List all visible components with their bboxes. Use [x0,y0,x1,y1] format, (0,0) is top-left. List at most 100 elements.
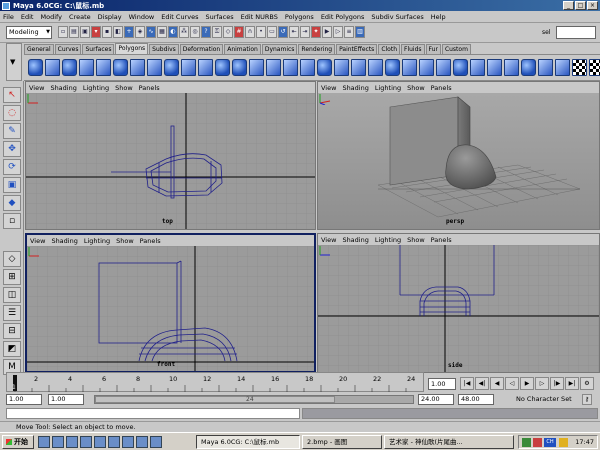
go-to-end-icon[interactable]: ▶| [565,377,579,390]
command-input[interactable] [6,408,300,419]
vp-menu-show[interactable]: Show [407,236,425,244]
history-icon[interactable]: ↺ [278,26,288,38]
poly-sphere-icon[interactable] [28,59,43,76]
mask-misc-icon[interactable]: ? [201,26,211,38]
tab-dynamics[interactable]: Dynamics [261,44,298,54]
vp-menu-shading[interactable]: Shading [51,237,77,245]
vp-menu-shading[interactable]: Shading [342,236,368,244]
output-ops-icon[interactable]: ⇥ [300,26,310,38]
merge-edges-icon[interactable] [436,59,451,76]
playback-start-field[interactable]: 1.00 [48,394,84,405]
poly-prism-icon[interactable] [130,59,145,76]
task-music-player[interactable]: 艺术家 - 神仙歌(片尾曲... [384,435,514,449]
wedge-faces-icon[interactable] [368,59,383,76]
antivirus-icon[interactable] [533,438,542,447]
menu-display[interactable]: Display [98,13,122,21]
music-icon[interactable] [136,436,148,448]
uv-texture-editor-icon[interactable] [589,59,600,76]
graph-editor-layout-icon[interactable]: ⊟ [3,323,21,339]
boolean-union-icon[interactable] [215,59,230,76]
tab-cloth[interactable]: Cloth [378,44,400,54]
paint-select-tool-icon[interactable]: ✎ [3,123,21,139]
vp-menu-panels[interactable]: Panels [139,84,160,92]
viewport-persp[interactable]: View Shading Lighting Show Panels persp [317,81,600,230]
viewport-persp-canvas[interactable]: persp [318,93,599,229]
go-to-start-icon[interactable]: |◀ [460,377,474,390]
task-maya[interactable]: Maya 6.0CG: C:\鼠标.mb [196,435,300,449]
selection-input[interactable] [556,26,596,39]
render-current-frame-icon[interactable]: ▶ [322,26,332,38]
combine-icon[interactable] [181,59,196,76]
vp-menu-lighting[interactable]: Lighting [375,84,401,92]
bevel-icon[interactable] [317,59,332,76]
new-scene-icon[interactable]: ▫ [58,26,68,38]
tab-curves[interactable]: Curves [54,44,82,54]
merge-vertices-icon[interactable] [419,59,434,76]
viewport-top-canvas[interactable]: top [26,93,315,229]
boolean-difference-icon[interactable] [232,59,247,76]
save-scene-icon[interactable]: ▣ [80,26,90,38]
vp-menu-shading[interactable]: Shading [50,84,76,92]
lasso-tool-icon[interactable]: ◌ [3,105,21,121]
lock-selection-icon[interactable]: ⚿ [212,26,222,38]
collapse-icon[interactable] [453,59,468,76]
step-forward-key-icon[interactable]: |▶ [550,377,564,390]
tab-custom[interactable]: Custom [441,44,471,54]
vp-menu-show[interactable]: Show [116,237,134,245]
mask-handles-icon[interactable]: + [124,26,134,38]
menu-edit[interactable]: Edit [21,13,34,21]
animation-preferences-icon[interactable]: ⚙ [580,377,594,390]
mask-curves-icon[interactable]: ∿ [146,26,156,38]
menu-edit-nurbs[interactable]: Edit NURBS [241,13,278,21]
select-hierarchy-icon[interactable]: ▾ [91,26,101,38]
menu-edit-polygons[interactable]: Edit Polygons [321,13,365,21]
poly-plane-icon[interactable] [96,59,111,76]
select-component-icon[interactable]: ◧ [113,26,123,38]
mask-deformations-icon[interactable]: ◐ [168,26,178,38]
scale-tool-icon[interactable]: ▣ [3,177,21,193]
mode-selector[interactable]: Modeling [6,26,52,39]
extrude-face-icon[interactable] [283,59,298,76]
vp-menu-show[interactable]: Show [115,84,133,92]
tab-painteffects[interactable]: PaintEffects [336,44,378,54]
key-icon[interactable]: ⚷ [582,394,592,405]
poly-cone-icon[interactable] [79,59,94,76]
tab-rendering[interactable]: Rendering [298,44,336,54]
viewport-side-canvas[interactable]: side [318,245,599,372]
tab-subdivs[interactable]: Subdivs [149,44,179,54]
vp-menu-lighting[interactable]: Lighting [375,236,401,244]
select-object-icon[interactable]: ▪ [102,26,112,38]
soften-edge-icon[interactable] [538,59,553,76]
vp-menu-lighting[interactable]: Lighting [84,237,110,245]
input-method-label[interactable]: CH [544,438,556,447]
extrude-edge-icon[interactable] [300,59,315,76]
poly-pyramid-icon[interactable] [147,59,162,76]
quadrangulate-icon[interactable] [504,59,519,76]
tab-deformation[interactable]: Deformation [179,44,224,54]
poly-torus-icon[interactable] [113,59,128,76]
separate-icon[interactable] [198,59,213,76]
tab-fluids[interactable]: Fluids [401,44,425,54]
triangulate-icon[interactable] [487,59,502,76]
maximize-button[interactable]: □ [575,1,586,10]
playback-end-field[interactable]: 24.00 [418,394,454,405]
construction-history-icon[interactable]: ✦ [311,26,321,38]
menu-file[interactable]: File [3,13,14,21]
menu-modify[interactable]: Modify [40,13,62,21]
character-set-menu[interactable]: No Character Set [514,394,578,405]
start-button[interactable]: 开始 [2,435,34,449]
start-time-field[interactable]: 1.00 [6,394,42,405]
vp-menu-lighting[interactable]: Lighting [83,84,109,92]
menu-help[interactable]: Help [431,13,446,21]
media-player-icon[interactable] [80,436,92,448]
viewport-front-canvas[interactable]: front [27,246,314,371]
step-forward-frame-icon[interactable]: ▷ [535,377,549,390]
show-hide-channel-box-icon[interactable]: ▥ [355,26,365,38]
snap-curve-icon[interactable]: ∩ [245,26,255,38]
menu-polygons[interactable]: Polygons [285,13,314,21]
select-tool-icon[interactable]: ↖ [3,87,21,103]
range-bar[interactable]: 24 [94,395,414,404]
menu-create[interactable]: Create [69,13,91,21]
highlight-selection-icon[interactable]: ◇ [223,26,233,38]
mask-rendering-icon[interactable]: ◎ [190,26,200,38]
